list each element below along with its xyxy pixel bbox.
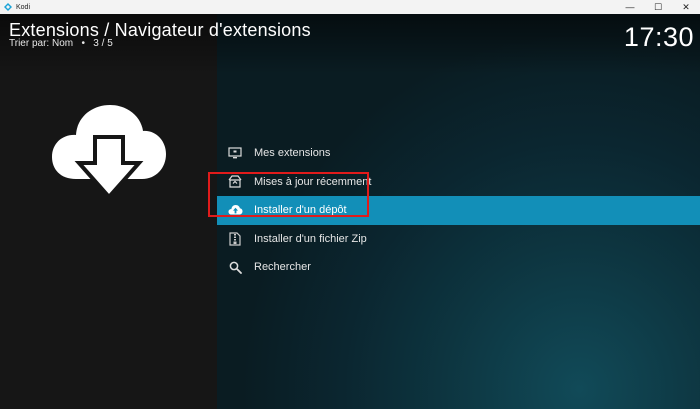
minimize-button[interactable]: — bbox=[616, 0, 644, 14]
cloud-download-icon bbox=[52, 101, 166, 205]
menu-item-recent-updates[interactable]: Mises à jour récemment bbox=[217, 168, 700, 197]
sort-separator: • bbox=[81, 38, 85, 49]
box-update-icon bbox=[227, 174, 243, 190]
menu-item-label: Rechercher bbox=[254, 261, 311, 274]
sort-label: Trier par: Nom bbox=[9, 38, 74, 49]
menu-item-install-from-zip[interactable]: Installer d'un fichier Zip bbox=[217, 225, 700, 254]
addon-menu: Mes extensions Mises à jour récemment In… bbox=[217, 139, 700, 282]
menu-item-label: Installer d'un fichier Zip bbox=[254, 232, 367, 245]
menu-item-label: Mes extensions bbox=[254, 147, 331, 160]
menu-item-label: Mises à jour récemment bbox=[254, 175, 372, 188]
kodi-app: Extensions / Navigateur d'extensions Tri… bbox=[0, 14, 700, 409]
menu-item-search[interactable]: Rechercher bbox=[217, 253, 700, 282]
clock: 17:30 bbox=[623, 22, 694, 52]
maximize-button[interactable]: ☐ bbox=[644, 0, 672, 14]
menu-item-my-addons[interactable]: Mes extensions bbox=[217, 139, 700, 168]
close-button[interactable]: ✕ bbox=[672, 0, 700, 14]
cloud-upload-icon bbox=[227, 202, 243, 218]
menu-item-label: Installer d'un dépôt bbox=[254, 204, 347, 217]
kodi-logo-icon bbox=[4, 3, 12, 11]
window-titlebar: Kodi — ☐ ✕ bbox=[0, 0, 700, 14]
sort-info: Trier par: Nom • 3 / 5 bbox=[9, 38, 113, 49]
menu-item-install-from-repo[interactable]: Installer d'un dépôt bbox=[217, 196, 700, 225]
window-title: Kodi bbox=[16, 3, 31, 11]
item-position: 3 / 5 bbox=[93, 38, 113, 49]
zip-file-icon bbox=[227, 231, 243, 247]
search-icon bbox=[227, 259, 243, 275]
monitor-icon bbox=[227, 145, 243, 161]
